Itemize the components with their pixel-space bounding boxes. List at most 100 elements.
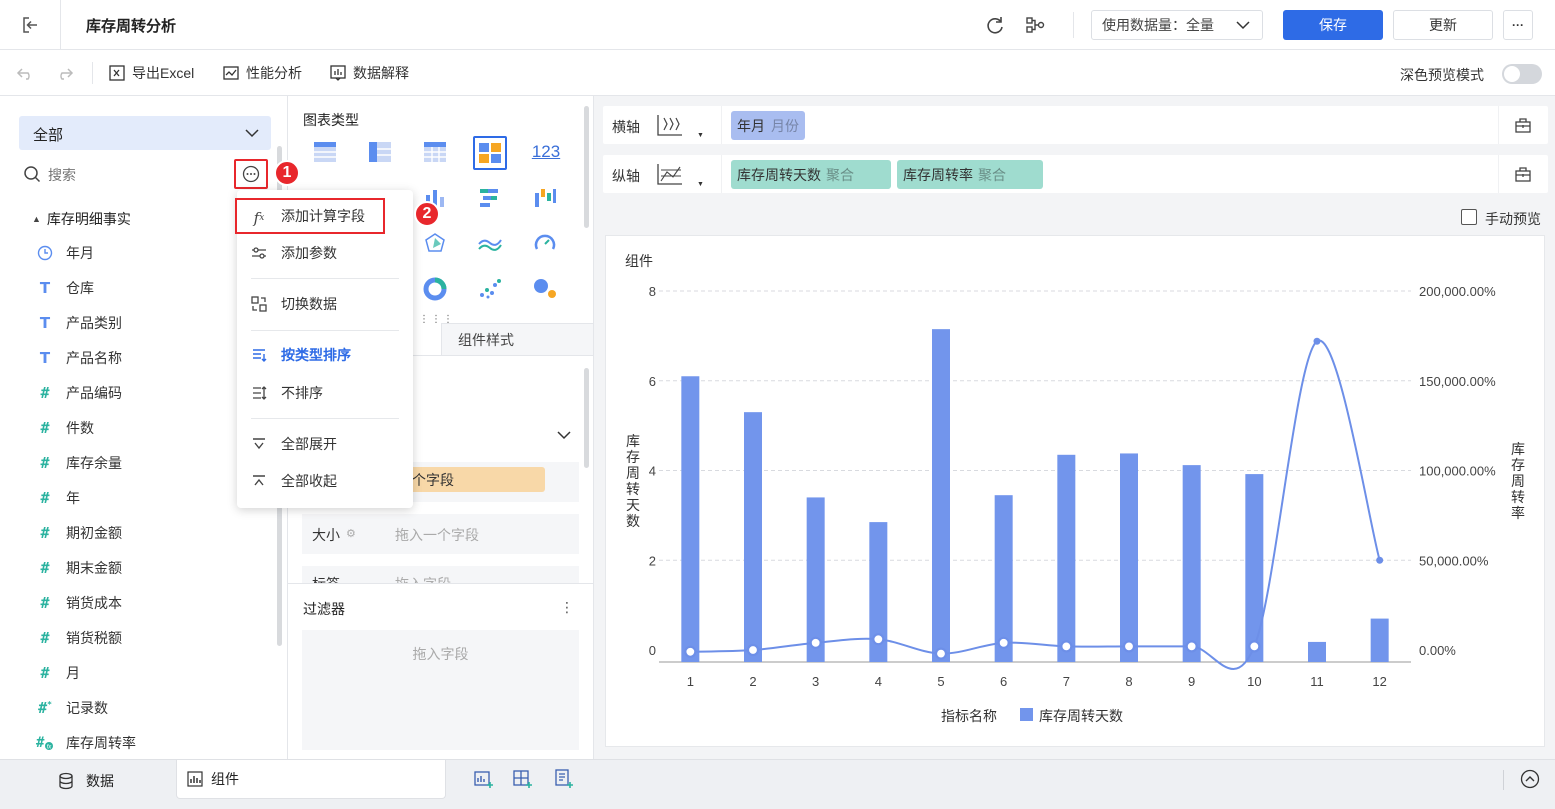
hash-icon: #	[40, 383, 50, 402]
menu-item-expand-all[interactable]: 全部展开	[237, 426, 413, 462]
sort-type-icon	[250, 346, 268, 364]
table-group[interactable]: ▲ 库存明细事实	[32, 208, 131, 230]
save-button[interactable]: 保存	[1283, 10, 1383, 40]
refresh-icon[interactable]	[984, 14, 1006, 36]
data-volume-select[interactable]: 使用数据量：全量	[1091, 10, 1263, 40]
tab-data[interactable]: 数据	[58, 771, 114, 791]
gauge-icon[interactable]	[531, 229, 559, 257]
lineage-icon[interactable]	[1024, 14, 1046, 36]
field-label: 库存周转率	[66, 734, 136, 751]
field-item[interactable]: # 年	[36, 480, 80, 515]
bar	[1057, 454, 1076, 662]
hash-icon: #	[40, 628, 50, 647]
export-excel-button[interactable]: 导出Excel	[108, 50, 194, 96]
detail-table-icon[interactable]	[421, 138, 449, 166]
menu-item-label: 添加参数	[281, 245, 337, 261]
scatter-chart-icon[interactable]	[476, 275, 504, 303]
hash-icon: #	[40, 523, 50, 542]
bubble-chart-icon[interactable]	[531, 275, 559, 303]
radar-chart-icon[interactable]	[421, 229, 449, 257]
tab-component-style[interactable]: 组件样式	[441, 323, 594, 356]
chevron-down-icon[interactable]	[557, 429, 571, 441]
field-label: 件数	[66, 419, 94, 436]
field-item[interactable]: # 产品编码	[36, 375, 122, 410]
x-field-pill[interactable]: 年月 月份	[731, 111, 805, 140]
dark-preview-toggle[interactable]	[1502, 64, 1542, 84]
waterfall-icon[interactable]	[531, 184, 559, 212]
add-layout-icon[interactable]	[513, 769, 533, 789]
area-chart-icon[interactable]	[476, 229, 504, 257]
toolbox-icon[interactable]	[1514, 166, 1532, 182]
text-icon: T	[39, 278, 51, 297]
menu-item-switch-data[interactable]: 切换数据	[237, 286, 413, 322]
field-item[interactable]: T 产品名称	[36, 340, 122, 375]
menu-item-add-calc-field[interactable]: fx 添加计算字段	[235, 198, 385, 234]
menu-item-add-parameter[interactable]: 添加参数	[237, 235, 413, 271]
toolbox-icon[interactable]	[1514, 117, 1532, 133]
stacked-bar-icon[interactable]	[476, 184, 504, 212]
add-text-icon[interactable]	[554, 769, 574, 789]
donut-chart-icon[interactable]	[421, 275, 449, 303]
filter-more-icon[interactable]: ⋮	[560, 599, 574, 616]
scrollbar[interactable]	[584, 106, 589, 228]
field-item[interactable]: # 销货成本	[36, 585, 122, 620]
more-options-button[interactable]	[234, 159, 268, 189]
scope-select[interactable]: 全部	[19, 116, 271, 150]
performance-button[interactable]: 性能分析	[222, 50, 302, 96]
combo-chart-icon[interactable]	[473, 136, 507, 170]
bar	[1370, 618, 1389, 662]
redo-icon[interactable]	[54, 63, 74, 83]
field-item[interactable]: 年月	[36, 235, 94, 270]
size-label: 大小	[312, 527, 340, 543]
table-chart-icon[interactable]	[311, 138, 339, 166]
field-item[interactable]: T 仓库	[36, 270, 94, 305]
menu-item-no-sort[interactable]: 不排序	[237, 375, 413, 411]
filter-drop-zone[interactable]: 拖入字段	[302, 630, 579, 750]
field-item[interactable]: #* 记录数	[36, 690, 108, 725]
menu-item-collapse-all[interactable]: 全部收起	[237, 463, 413, 499]
line-point	[1376, 556, 1384, 564]
color-field-pill[interactable]: 个字段	[408, 467, 545, 492]
scrollbar[interactable]	[584, 368, 589, 468]
hash-icon: #	[40, 558, 50, 577]
back-icon[interactable]	[20, 14, 42, 36]
x-axis-row: 横轴 ▼ 年月 月份	[603, 106, 1548, 144]
no-sort-icon	[250, 384, 268, 402]
field-label: 产品类别	[66, 314, 122, 331]
size-drop-zone[interactable]: 大小 ⚙ 拖入一个字段	[302, 514, 579, 554]
more-button[interactable]: ···	[1503, 10, 1533, 40]
field-item[interactable]: # 件数	[36, 410, 94, 445]
y-axis-icon[interactable]	[655, 162, 685, 186]
add-component-icon[interactable]	[474, 769, 494, 789]
data-explain-button[interactable]: 数据解释	[329, 50, 409, 96]
database-icon	[58, 772, 74, 790]
y-left-axis-title: 库存周转天数	[626, 433, 640, 529]
y-left-tick-label: 8	[649, 284, 656, 299]
cross-table-icon[interactable]	[366, 138, 394, 166]
tab-component[interactable]: 组件	[176, 760, 446, 799]
bar	[1308, 641, 1326, 662]
y-field-pill[interactable]: 库存周转天数 聚合	[731, 160, 891, 189]
search-input[interactable]	[48, 163, 218, 187]
undo-icon[interactable]	[16, 63, 36, 83]
update-button[interactable]: 更新	[1393, 10, 1493, 40]
y-field-pill[interactable]: 库存周转率 聚合	[897, 160, 1043, 189]
menu-item-sort-by-type[interactable]: 按类型排序	[237, 337, 413, 373]
x-axis-icon[interactable]	[655, 113, 685, 137]
field-item[interactable]: # fx 库存周转率	[36, 725, 136, 760]
y-right-tick-label: 200,000.00%	[1419, 284, 1496, 299]
number-card-icon[interactable]: 123	[528, 138, 564, 166]
field-label: 年	[66, 489, 80, 506]
y-right-tick-label: 50,000.00%	[1419, 553, 1489, 568]
field-item[interactable]: # 库存余量	[36, 445, 122, 480]
field-item[interactable]: # 期末金额	[36, 550, 122, 585]
field-item[interactable]: T 产品类别	[36, 305, 122, 340]
filter-placeholder: 拖入字段	[412, 646, 469, 662]
manual-preview-checkbox[interactable]	[1461, 209, 1477, 225]
collapse-up-icon[interactable]	[1520, 769, 1540, 789]
field-item[interactable]: # 月	[36, 655, 80, 690]
label-drop-zone[interactable]: 标签 拖入字段	[302, 566, 579, 584]
field-item[interactable]: # 销货税额	[36, 620, 122, 655]
y-field-name: 库存周转率	[903, 166, 973, 183]
field-item[interactable]: # 期初金额	[36, 515, 122, 550]
